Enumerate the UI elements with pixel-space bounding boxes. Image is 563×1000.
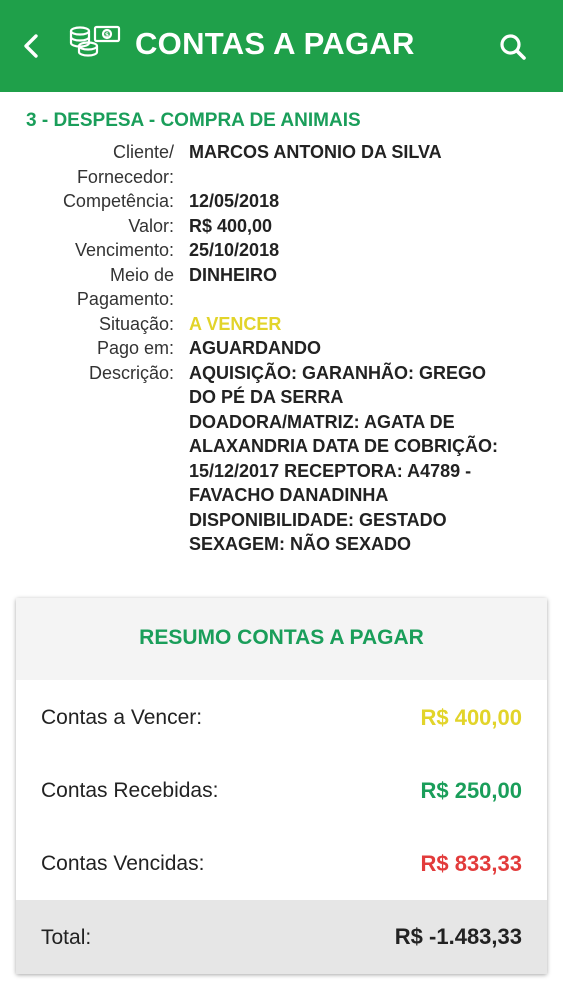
field-label-line: Competência: bbox=[62, 191, 174, 211]
field-value-line: FAVACHO DANADINHA bbox=[189, 485, 389, 505]
field-value-line: 12/05/2018 bbox=[189, 191, 280, 211]
field-value: R$ 400,00 bbox=[189, 214, 519, 239]
field-value-line: SEXAGEM: NÃO SEXADO bbox=[189, 534, 412, 554]
summary-label: Contas Recebidas: bbox=[41, 779, 219, 802]
field-value-line: 25/10/2018 bbox=[189, 240, 280, 260]
summary-row: Contas Vencidas: R$ 833,33 bbox=[16, 844, 547, 884]
field-label-line: Fornecedor: bbox=[76, 166, 174, 187]
field-value-line: AGUARDANDO bbox=[189, 338, 321, 358]
field-value-line: 15/12/2017 RECEPTORA: A4789 - bbox=[189, 460, 472, 481]
summary-value: R$ 833,33 bbox=[420, 851, 522, 876]
field-label: Cliente/Fornecedor: bbox=[0, 140, 189, 189]
page-title: CONTAS A PAGAR bbox=[135, 26, 415, 61]
detail-row: Valor: R$ 400,00 bbox=[0, 214, 563, 239]
field-label: Vencimento: bbox=[0, 238, 189, 263]
field-label-line: Cliente/ bbox=[112, 142, 174, 162]
field-label: Valor: bbox=[0, 214, 189, 239]
field-value-line: DISPONIBILIDADE: GESTADO bbox=[189, 509, 447, 530]
detail-row: Meio de Pagamento: DINHEIRO bbox=[0, 263, 563, 312]
field-value: MARCOS ANTONIO DA SILVA bbox=[189, 140, 519, 189]
field-value: 12/05/2018 bbox=[189, 189, 519, 214]
summary-header: RESUMO CONTAS A PAGAR bbox=[16, 598, 547, 680]
detail-fields: Cliente/Fornecedor: MARCOS ANTONIO DA SIL… bbox=[0, 140, 563, 557]
summary-value: R$ 400,00 bbox=[420, 705, 522, 730]
field-value-line: DOADORA/MATRIZ: AGATA DE bbox=[189, 411, 455, 432]
field-label-line: Pago em: bbox=[96, 338, 174, 358]
summary-card: RESUMO CONTAS A PAGAR Contas a Vencer: R$… bbox=[16, 598, 547, 974]
field-label: Competência: bbox=[0, 189, 189, 214]
field-value-line: R$ 400,00 bbox=[189, 215, 273, 236]
field-label-line: Vencimento: bbox=[74, 240, 174, 260]
field-value-line: A VENCER bbox=[189, 313, 282, 334]
field-label-line: Meio de bbox=[109, 264, 174, 285]
field-label-line: Descrição: bbox=[88, 362, 174, 383]
summary-row: Contas a Vencer: R$ 400,00 bbox=[16, 698, 547, 738]
field-label: Meio de Pagamento: bbox=[0, 263, 189, 312]
total-value: R$ -1.483,33 bbox=[394, 924, 522, 949]
field-label: Descrição: bbox=[0, 361, 189, 557]
money-stack-icon: $ bbox=[69, 25, 121, 57]
detail-row: Competência: 12/05/2018 bbox=[0, 189, 563, 214]
app-bar: $ CONTAS A PAGAR bbox=[0, 0, 563, 92]
field-value-line: MARCOS ANTONIO DA SILVA bbox=[189, 142, 442, 162]
summary-value: R$ 250,00 bbox=[420, 778, 522, 803]
field-value: DINHEIRO bbox=[189, 263, 519, 312]
detail-row: Cliente/Fornecedor: MARCOS ANTONIO DA SIL… bbox=[0, 140, 563, 189]
chevron-left-icon[interactable] bbox=[18, 30, 44, 62]
summary-label: Contas a Vencer: bbox=[41, 706, 203, 729]
field-value: A VENCER bbox=[189, 312, 519, 337]
field-label-line: Pagamento: bbox=[76, 289, 174, 309]
field-value-line: ALAXANDRIA DATA DE COBRIÇÃO: bbox=[189, 436, 498, 456]
detail-row: Vencimento: 25/10/2018 bbox=[0, 238, 563, 263]
summary-label: Contas Vencidas: bbox=[41, 852, 205, 875]
total-label: Total: bbox=[41, 926, 92, 949]
field-value: AQUISIÇÃO: GARANHÃO: GREGO DO PÉ DA SERRA… bbox=[189, 361, 519, 557]
summary-row: Contas Recebidas: R$ 250,00 bbox=[16, 771, 547, 811]
field-value: AGUARDANDO bbox=[189, 336, 519, 361]
svg-text:$: $ bbox=[105, 32, 109, 39]
detail-row: Situação: A VENCER bbox=[0, 312, 563, 337]
search-icon[interactable] bbox=[498, 32, 528, 62]
field-label-line: Situação: bbox=[98, 313, 174, 334]
field-value-line: DINHEIRO bbox=[189, 264, 278, 285]
detail-row: Descrição: AQUISIÇÃO: GARANHÃO: GREGO DO P… bbox=[0, 361, 563, 557]
detail-row: Pago em: AGUARDANDO bbox=[0, 336, 563, 361]
field-value: 25/10/2018 bbox=[189, 238, 519, 263]
field-value-line: AQUISIÇÃO: GARANHÃO: GREGO bbox=[189, 362, 486, 383]
field-label: Pago em: bbox=[0, 336, 189, 361]
summary-title: RESUMO CONTAS A PAGAR bbox=[139, 626, 424, 649]
field-value-line: DO PÉ DA SERRA bbox=[189, 387, 344, 407]
record-title: 3 - DESPESA - COMPRA DE ANIMAIS bbox=[26, 110, 361, 131]
field-label: Situação: bbox=[0, 312, 189, 337]
field-label-line: Valor: bbox=[128, 215, 174, 236]
summary-total-row: Total: R$ -1.483,33 bbox=[16, 900, 547, 974]
